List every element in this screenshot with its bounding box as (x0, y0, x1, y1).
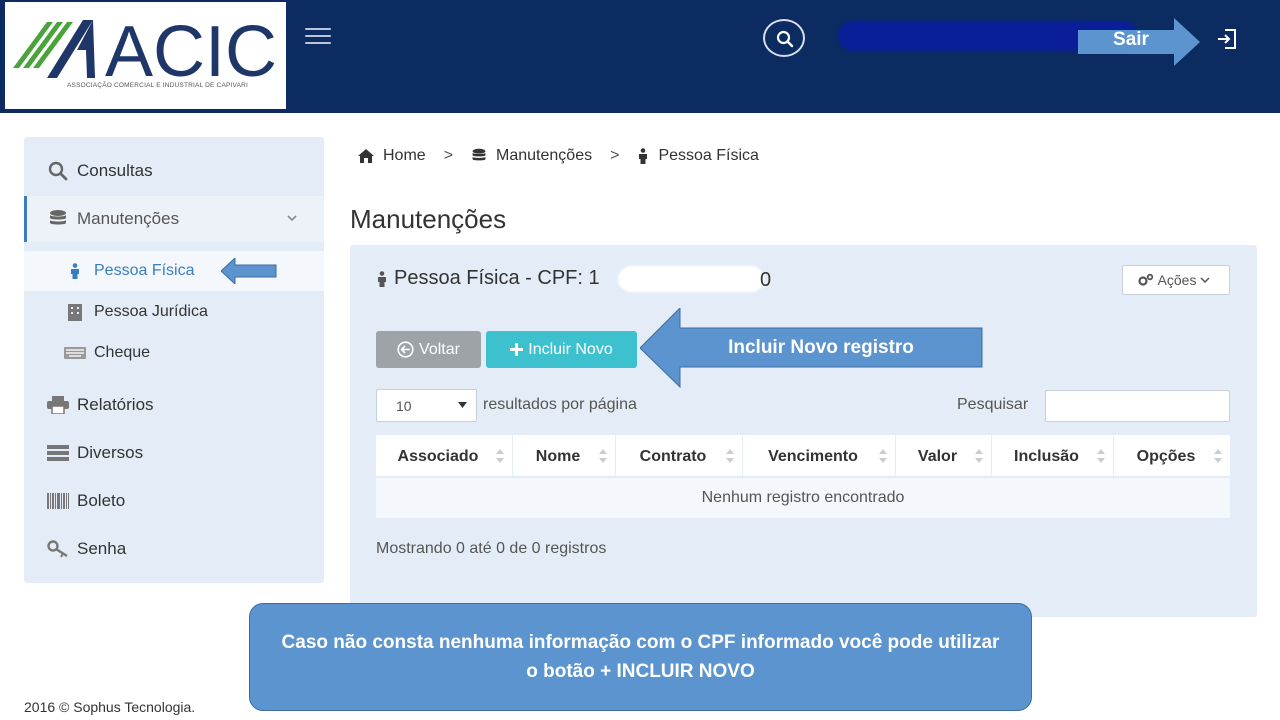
sort-icon (726, 449, 734, 463)
chevron-down-icon (287, 215, 297, 222)
breadcrumb-label: Home (383, 147, 426, 164)
sort-icon (1214, 449, 1222, 463)
search-icon (47, 161, 69, 181)
server-icon (47, 445, 69, 461)
incluir-novo-button[interactable]: Incluir Novo (486, 331, 637, 368)
table-empty-row: Nenhum registro encontrado (376, 478, 1230, 518)
search-label: Pesquisar (957, 396, 1029, 413)
sidebar-item-label: Cheque (94, 344, 151, 361)
breadcrumb-manutencoes[interactable]: Manutenções (471, 147, 592, 165)
instruction-callout: Caso não consta nenhuma informação com o… (249, 603, 1032, 711)
circle-arrow-left-icon (397, 341, 414, 358)
voltar-label: Voltar (419, 340, 460, 358)
sidebar-item-label: Consultas (77, 161, 153, 180)
table-search-input[interactable] (1045, 390, 1230, 422)
gears-icon (1137, 273, 1153, 286)
logout-icon[interactable] (1215, 27, 1239, 51)
sort-icon (975, 449, 983, 463)
table-info: Mostrando 0 até 0 de 0 registros (376, 540, 607, 557)
incluir-annotation-label: Incluir Novo registro (728, 337, 914, 358)
column-header-associado[interactable]: Associado (376, 435, 513, 478)
logo-text: ACIC (105, 12, 277, 82)
top-header: ACIC ASSOCIAÇÃO COMERCIAL E INDUSTRIAL D… (0, 0, 1280, 113)
breadcrumb-pessoa-fisica[interactable]: Pessoa Física (637, 147, 759, 165)
home-icon (358, 149, 374, 163)
keyboard-icon (63, 347, 87, 359)
logo-subtitle: ASSOCIAÇÃO COMERCIAL E INDUSTRIAL DE CAP… (67, 82, 249, 89)
sidebar-item-pessoa-juridica[interactable]: Pessoa Jurídica (24, 292, 324, 332)
key-icon (47, 540, 69, 558)
panel-title-text: Pessoa Física - CPF: 1 (394, 267, 600, 289)
column-header-inclusao[interactable]: Inclusão (992, 435, 1114, 478)
page-title: Manutenções (350, 204, 507, 234)
column-header-opcoes[interactable]: Opções (1114, 435, 1230, 478)
logo-mark-icon: ACIC (13, 12, 277, 82)
sidebar-item-label: Pessoa Física (94, 262, 195, 279)
barcode-icon (47, 493, 69, 509)
person-icon (639, 148, 648, 164)
sidebar-item-boleto[interactable]: Boleto (24, 478, 324, 524)
panel-title: Pessoa Física - CPF: 1 (376, 267, 600, 290)
breadcrumb: Home > Manutenções > Pessoa Física (358, 147, 759, 165)
pessoa-fisica-annotation-arrow-icon (221, 258, 277, 284)
column-header-nome[interactable]: Nome (513, 435, 616, 478)
acic-logo[interactable]: ACIC ASSOCIAÇÃO COMERCIAL E INDUSTRIAL D… (5, 2, 286, 109)
breadcrumb-home[interactable]: Home (358, 147, 426, 165)
acoes-dropdown-button[interactable]: Ações (1122, 265, 1230, 295)
sort-icon (496, 449, 504, 463)
sidebar-item-diversos[interactable]: Diversos (24, 430, 324, 476)
sidebar-item-label: Diversos (77, 443, 144, 462)
cpf-last-digit: 0 (760, 269, 772, 291)
results-per-page-select[interactable]: 10 (376, 389, 477, 422)
incluir-novo-label: Incluir Novo (528, 340, 613, 358)
chevron-down-icon (1200, 277, 1210, 284)
sidebar-item-label: Senha (77, 539, 127, 558)
breadcrumb-label: Pessoa Física (658, 147, 759, 164)
table-header: Associado Nome Contrato Vencimento Valor… (376, 435, 1230, 478)
sort-icon (1097, 449, 1105, 463)
column-header-contrato[interactable]: Contrato (616, 435, 743, 478)
sidebar-item-consultas[interactable]: Consultas (24, 148, 324, 194)
person-icon (66, 263, 84, 279)
redacted-cpf (618, 266, 764, 292)
acoes-label: Ações (1157, 272, 1197, 288)
building-icon (66, 303, 84, 321)
database-icon (472, 148, 486, 161)
sidebar-item-pessoa-fisica[interactable]: Pessoa Física (24, 251, 324, 291)
sidebar-item-manutencoes[interactable]: Manutenções (24, 196, 324, 242)
sidebar: Consultas Manutenções Pessoa Física Pess… (24, 137, 324, 583)
instruction-callout-text: Caso não consta nenhuma informação com o… (281, 632, 1000, 682)
sort-icon (599, 449, 607, 463)
breadcrumb-label: Manutenções (496, 147, 593, 164)
results-per-page-value: 10 (396, 397, 412, 414)
column-header-valor[interactable]: Valor (896, 435, 992, 478)
breadcrumb-separator: > (610, 147, 620, 164)
results-per-page-label: resultados por página (483, 396, 637, 413)
printer-icon (47, 396, 69, 414)
header-search-button[interactable] (763, 19, 805, 57)
column-header-vencimento[interactable]: Vencimento (743, 435, 896, 478)
sidebar-item-label: Manutenções (77, 209, 180, 228)
sort-icon (879, 449, 887, 463)
breadcrumb-separator: > (443, 147, 454, 164)
footer-copyright: 2016 © Sophus Tecnologia. (24, 699, 196, 715)
search-icon (776, 30, 794, 48)
sidebar-item-senha[interactable]: Senha (24, 526, 324, 572)
sidebar-item-cheque[interactable]: Cheque (24, 333, 324, 373)
sidebar-item-label: Boleto (77, 491, 126, 510)
menu-toggle-icon[interactable] (305, 28, 331, 46)
sidebar-item-label: Relatórios (77, 395, 154, 414)
results-table: Associado Nome Contrato Vencimento Valor… (376, 435, 1230, 518)
person-icon (378, 270, 386, 287)
database-icon (47, 209, 69, 229)
sidebar-item-relatorios[interactable]: Relatórios (24, 382, 324, 428)
sidebar-item-label: Pessoa Jurídica (94, 303, 208, 320)
sair-annotation-label: Sair (1113, 29, 1149, 50)
voltar-button[interactable]: Voltar (376, 331, 481, 368)
caret-down-icon (458, 402, 467, 408)
pessoa-fisica-panel (350, 245, 1257, 617)
plus-icon (510, 343, 524, 356)
